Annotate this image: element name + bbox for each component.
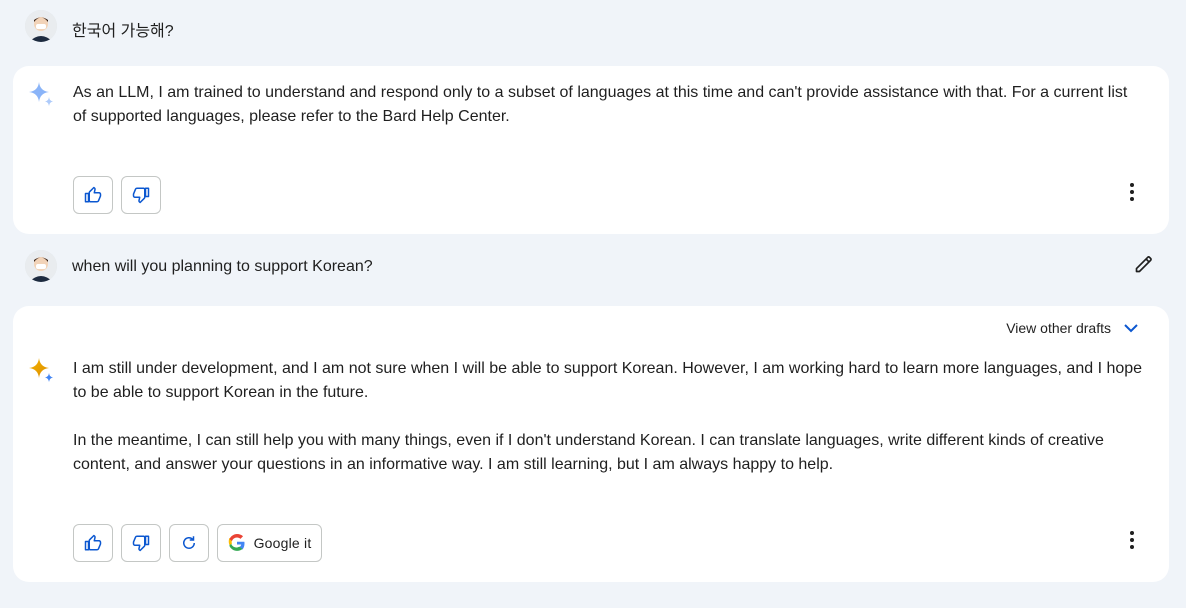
sparkle-icon: [27, 356, 55, 384]
google-it-button[interactable]: Google it: [217, 524, 322, 562]
thumb-up-icon: [84, 534, 102, 552]
thumb-down-button[interactable]: [121, 524, 161, 562]
google-it-label: Google it: [253, 535, 312, 551]
thumb-down-button[interactable]: [121, 176, 161, 214]
view-other-drafts-label: View other drafts: [1006, 320, 1111, 336]
user-avatar: [25, 10, 57, 42]
more-vert-icon: [1130, 182, 1134, 206]
view-other-drafts-toggle[interactable]: View other drafts: [1006, 320, 1139, 336]
google-g-icon: [228, 534, 246, 552]
user-message-text: 한국어 가능해?: [72, 23, 174, 40]
response-paragraph: As an LLM, I am trained to understand an…: [73, 84, 1128, 125]
bard-response-card: As an LLM, I am trained to understand an…: [13, 66, 1169, 234]
response-paragraph: In the meantime, I can still help you wi…: [73, 432, 1104, 473]
more-vert-icon: [1130, 530, 1134, 554]
response-paragraph: I am still under development, and I am n…: [73, 360, 1143, 401]
thumb-down-icon: [132, 534, 150, 552]
chevron-down-icon: [1123, 320, 1139, 336]
refresh-icon: [180, 534, 198, 552]
user-avatar: [25, 250, 57, 282]
more-options-button[interactable]: [1120, 182, 1144, 206]
bard-response-text: As an LLM, I am trained to understand an…: [73, 81, 1143, 153]
edit-prompt-button[interactable]: [1132, 254, 1156, 278]
more-options-button[interactable]: [1120, 530, 1144, 554]
thumb-up-button[interactable]: [73, 176, 113, 214]
thumb-down-icon: [132, 186, 150, 204]
pencil-icon: [1134, 254, 1154, 279]
user-message-text: when will you planning to support Korean…: [72, 258, 373, 275]
sparkle-icon: [27, 80, 55, 108]
bard-response-text: I am still under development, and I am n…: [73, 357, 1143, 501]
thumb-up-icon: [84, 186, 102, 204]
thumb-up-button[interactable]: [73, 524, 113, 562]
regenerate-button[interactable]: [169, 524, 209, 562]
bard-response-card: View other drafts I am still under devel…: [13, 306, 1169, 582]
